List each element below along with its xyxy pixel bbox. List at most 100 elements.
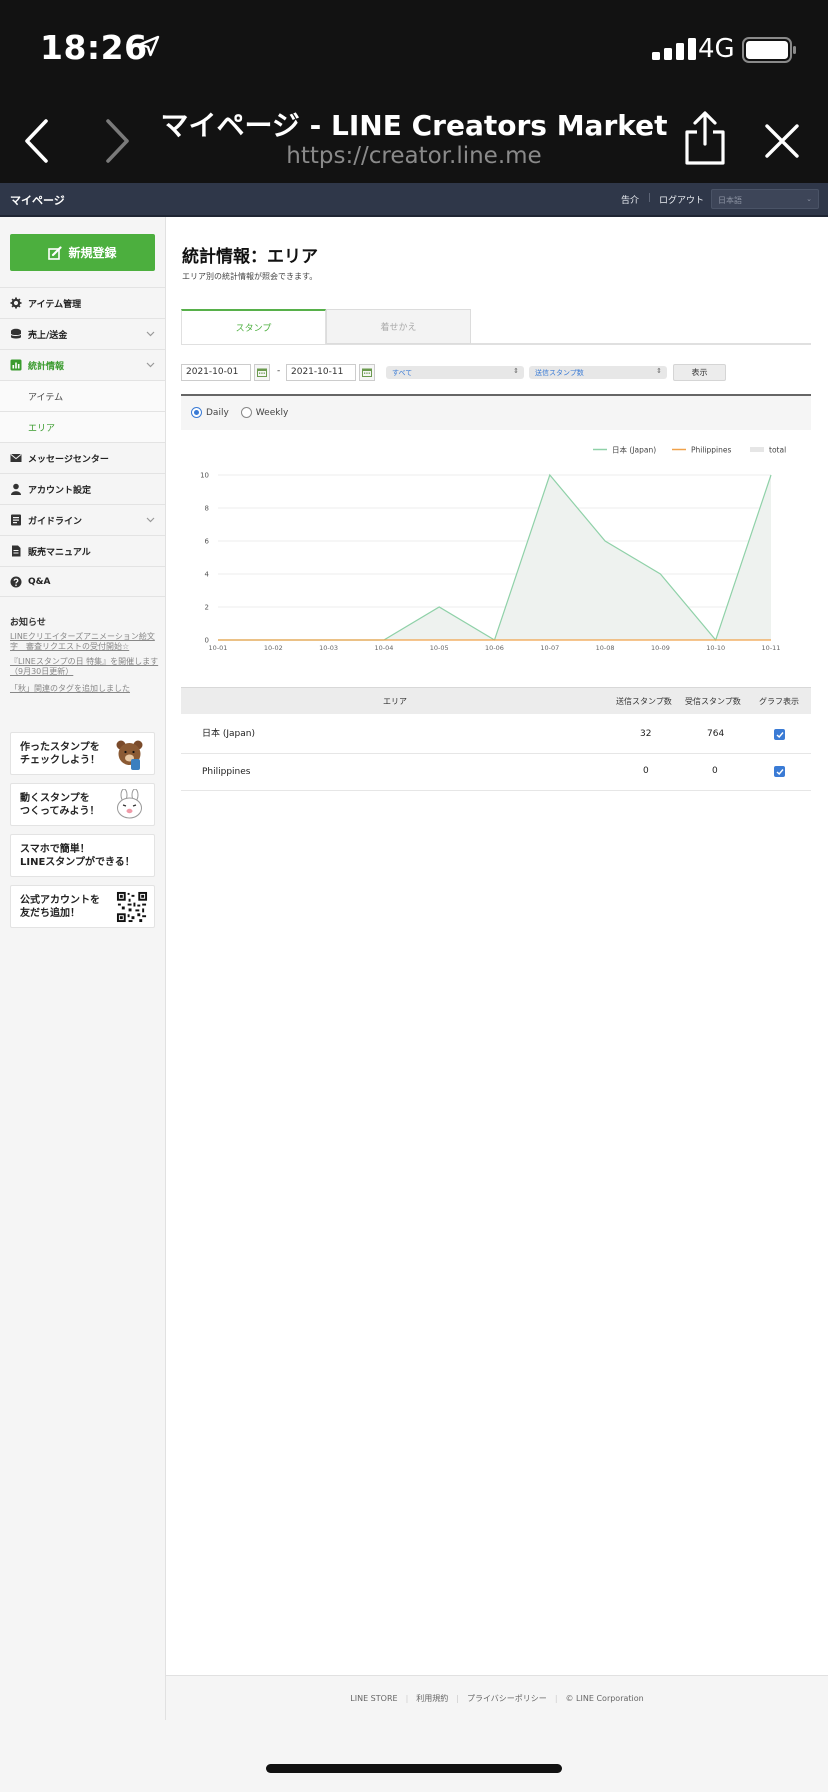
sidebar-item-label: 売上/送金 — [28, 330, 68, 341]
calendar-icon[interactable] — [359, 364, 375, 381]
language-value: 日本語 — [718, 196, 742, 205]
question-icon — [10, 576, 22, 588]
legend-swatch — [750, 447, 764, 452]
sidebar-item-items[interactable]: アイテム管理 — [0, 287, 165, 318]
footer-separator: | — [405, 1694, 409, 1703]
row-area: 日本 (Japan) — [202, 729, 255, 739]
promo-official-account[interactable]: 公式アカウントを 友だち追加！ — [10, 885, 155, 928]
chevron-down-icon — [146, 517, 155, 523]
x-tick-label: 10-06 — [485, 644, 504, 652]
promo-check-stamps[interactable]: 作ったスタンプを チェックしよう！ — [10, 732, 155, 775]
row-sent: 32 — [640, 729, 652, 739]
status-time: 18:26 — [40, 28, 148, 67]
sidebar-item-messages[interactable]: メッセージセンター — [0, 442, 165, 473]
start-date-input[interactable]: 2021-10-01 — [181, 364, 251, 381]
chart-area: 日本 (Japan) Philippines total 0 2 4 6 8 10 10-01… — [181, 430, 811, 671]
category-select-value: すべて — [392, 369, 413, 377]
footer-link-privacy[interactable]: プライバシーポリシー — [467, 1693, 547, 1704]
legend-label: total — [769, 446, 786, 455]
sidebar-subitem-area[interactable]: エリア — [0, 411, 165, 442]
notice-link[interactable]: LINEクリエイターズアニメーション絵文字 審査リクエストの受付開始☆ — [10, 632, 160, 652]
tab-themes[interactable]: 着せかえ — [326, 309, 471, 344]
language-select[interactable]: 日本語 ⌄ — [711, 189, 819, 209]
sidebar-item-label: Q&A — [28, 576, 51, 587]
sidebar: 新規登録 アイテム管理 売上/送金 統計情報 アイテム エリア メッセージセンタ… — [0, 217, 166, 1720]
chevron-down-icon — [146, 362, 155, 368]
row-sent: 0 — [643, 766, 649, 776]
edit-icon — [48, 245, 63, 260]
metric-select[interactable]: 送信スタンプ数 ⇕ — [529, 366, 667, 379]
footer: LINE STORE | 利用規約 | プライバシーポリシー | © LINE … — [166, 1675, 828, 1720]
sidebar-item-sales[interactable]: 売上/送金 — [0, 318, 165, 349]
notice-link[interactable]: 『LINEスタンプの日 特集』を開催します（9月30日更新） — [10, 657, 160, 677]
legend-label: Philippines — [691, 446, 732, 455]
sidebar-item-label: アカウント設定 — [28, 485, 92, 496]
tab-stamps[interactable]: スタンプ — [181, 309, 326, 344]
new-registration-button[interactable]: 新規登録 — [10, 234, 155, 271]
close-icon[interactable] — [764, 123, 800, 159]
row-received: 0 — [712, 766, 718, 776]
sidebar-subitem-items[interactable]: アイテム — [0, 380, 165, 411]
promo-text: LINEスタンプができる！ — [20, 857, 135, 868]
x-tick-label: 10-07 — [540, 644, 559, 652]
logout-link[interactable]: ログアウト — [659, 193, 704, 206]
sidebar-item-sales-manual[interactable]: 販売マニュアル — [0, 535, 165, 566]
site-title[interactable]: マイページ — [10, 192, 65, 208]
mail-icon — [10, 452, 22, 464]
y-tick-label: 10 — [200, 472, 209, 480]
y-tick-label: 2 — [205, 604, 209, 612]
browser-chrome: 18:26 4G マイページ - LINE Creators Market ht… — [0, 0, 828, 183]
chevron-updown-icon: ⇕ — [513, 367, 519, 375]
y-tick-label: 6 — [205, 538, 210, 546]
category-select[interactable]: すべて ⇕ — [386, 366, 524, 379]
radio-weekly[interactable] — [240, 407, 252, 418]
notice-link[interactable]: 「秋」関連のタグを追加しました — [10, 684, 160, 694]
sidebar-item-guidelines[interactable]: ガイドライン — [0, 504, 165, 535]
promo-smartphone[interactable]: スマホで簡単！ LINEスタンプができる！ — [10, 834, 155, 877]
graph-checkbox[interactable] — [774, 766, 785, 777]
x-tick-label: 10-11 — [762, 644, 781, 652]
sidebar-item-statistics[interactable]: 統計情報 — [0, 349, 165, 380]
book-icon — [10, 514, 22, 526]
sidebar-item-qa[interactable]: Q&A — [0, 566, 165, 597]
tab-bar: スタンプ 着せかえ — [181, 309, 811, 345]
chart-panel: Daily Weekly 日本 (Japan) Philippines total … — [181, 394, 811, 671]
radio-daily[interactable] — [191, 407, 202, 418]
chart-icon — [10, 359, 22, 371]
show-button[interactable]: 表示 — [673, 364, 726, 381]
period-radio-group: Daily Weekly — [191, 407, 288, 418]
footer-copyright: © LINE Corporation — [565, 1694, 644, 1703]
home-indicator[interactable] — [266, 1764, 562, 1773]
check-icon — [776, 768, 784, 775]
column-header-received: 受信スタンプ数 — [685, 697, 741, 706]
sidebar-item-label: ガイドライン — [28, 516, 83, 527]
calendar-icon[interactable] — [254, 364, 270, 381]
footer-link-terms[interactable]: 利用規約 — [416, 1693, 448, 1704]
header-link-invite[interactable]: 告介 — [621, 193, 639, 206]
x-tick-label: 10-08 — [596, 644, 615, 652]
x-tick-label: 10-09 — [651, 644, 670, 652]
notice-heading: お知らせ — [10, 618, 46, 628]
main-content: 統計情報：エリア エリア別の統計情報が照会できます。 スタンプ 着せかえ 202… — [166, 217, 828, 1720]
rabbit-icon — [117, 789, 142, 819]
sidebar-menu: アイテム管理 売上/送金 統計情報 アイテム エリア メッセージセンター アカウ… — [0, 287, 165, 597]
page-title: 統計情報：エリア — [182, 247, 318, 267]
share-icon[interactable] — [683, 110, 727, 166]
row-area: Philippines — [202, 767, 251, 777]
end-date-input[interactable]: 2021-10-11 — [286, 364, 356, 381]
series-area-total — [218, 475, 771, 640]
footer-link-store[interactable]: LINE STORE — [350, 1694, 397, 1703]
footer-links: LINE STORE | 利用規約 | プライバシーポリシー | © LINE … — [166, 1693, 828, 1704]
sidebar-item-account[interactable]: アカウント設定 — [0, 473, 165, 504]
table-header: エリア 送信スタンプ数 受信スタンプ数 グラフ表示 — [181, 687, 811, 714]
coins-icon — [10, 328, 22, 340]
row-received: 764 — [707, 729, 725, 739]
promo-animated-stamps[interactable]: 動くスタンプを つくってみよう！ — [10, 783, 155, 826]
radio-weekly-label: Weekly — [255, 407, 289, 418]
y-tick-label: 4 — [205, 571, 210, 579]
x-tick-label: 10-10 — [706, 644, 725, 652]
area-table: エリア 送信スタンプ数 受信スタンプ数 グラフ表示 日本 (Japan) 32 … — [181, 687, 811, 791]
graph-checkbox[interactable] — [774, 729, 785, 740]
document-icon — [10, 545, 22, 557]
column-header-area: エリア — [383, 697, 407, 706]
